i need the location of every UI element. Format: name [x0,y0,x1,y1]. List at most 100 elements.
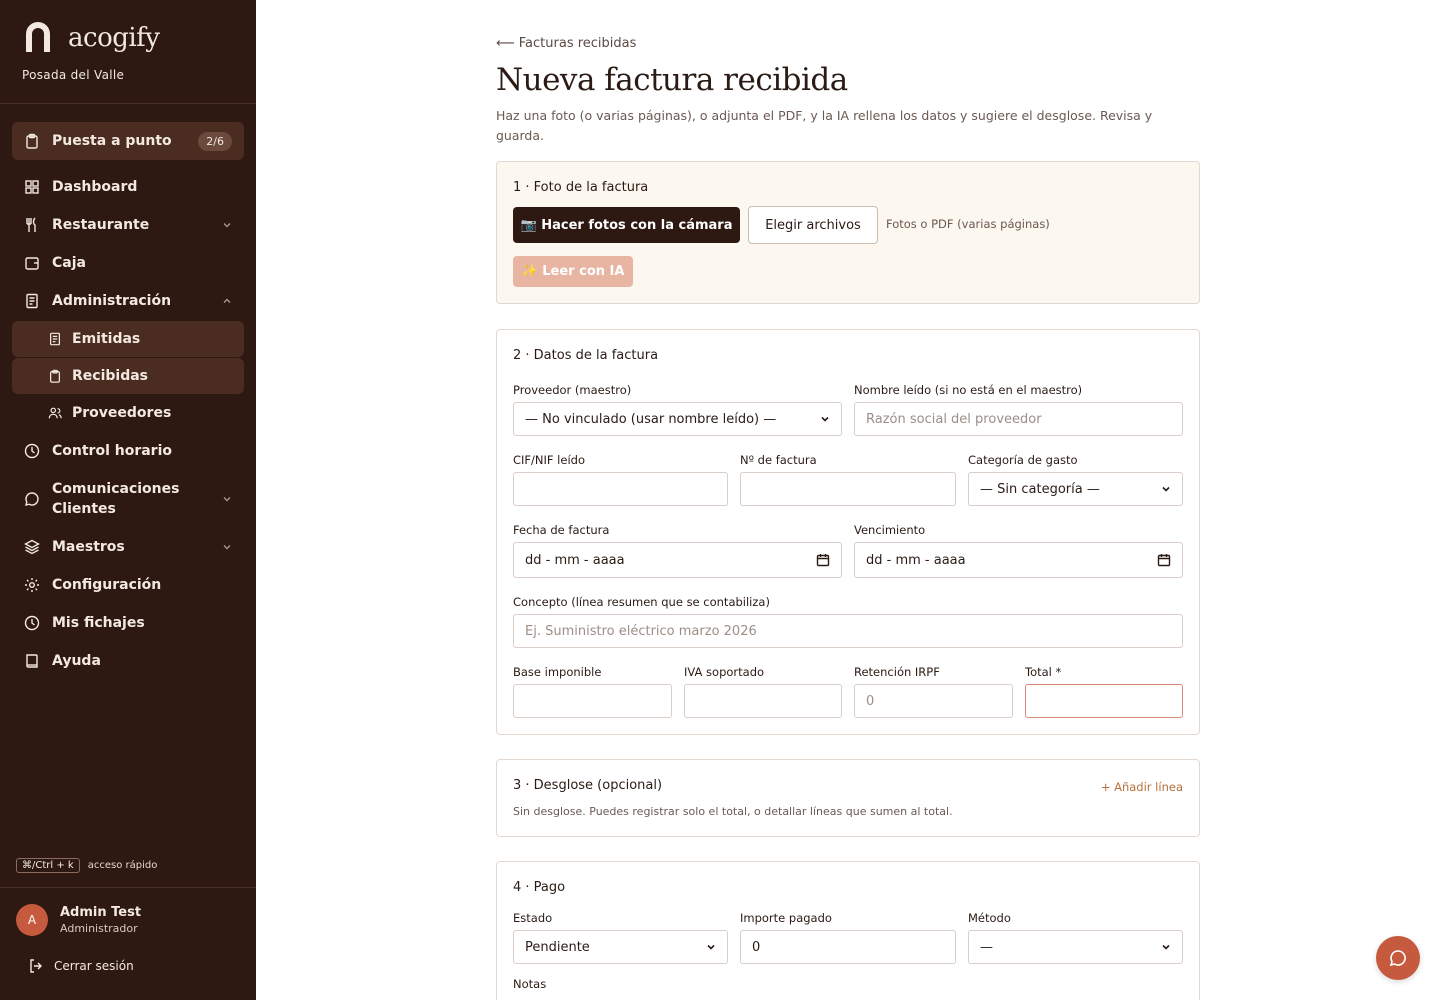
shortcut-label: acceso rápido [87,860,158,871]
breakdown-note: Sin desglose. Puedes registrar solo el t… [513,805,953,818]
supplier-value: — No vinculado (usar nombre leído) — [525,411,777,427]
concept-label: Concepto (línea resumen que se contabili… [513,595,770,609]
read-name-input[interactable]: Razón social del proveedor [854,402,1183,436]
nav-administracion-label: Administración [52,293,172,309]
calendar-icon[interactable] [1157,553,1171,567]
category-value: — Sin categoría — [980,481,1100,497]
user-role: Administrador [60,922,138,935]
cif-label: CIF/NIF leído [513,453,585,467]
photo-card: 1 · Foto de la factura 📷 Hacer fotos con… [496,161,1200,304]
back-link[interactable]: ⟵ Facturas recibidas [496,36,636,51]
due-date-placeholder: dd - mm - aaaa [866,552,966,568]
base-label: Base imponible [513,665,602,679]
page-title: Nueva factura recibida [496,62,848,98]
concept-input[interactable]: Ej. Suministro eléctrico marzo 2026 [513,614,1183,648]
nav-recibidas[interactable]: Recibidas [12,358,244,394]
concept-placeholder: Ej. Suministro eléctrico marzo 2026 [525,623,757,639]
nav-configuracion-label: Configuración [52,577,162,593]
logout-icon [30,959,42,973]
nav-caja-label: Caja [52,255,86,271]
invoice-number-input[interactable] [740,472,956,506]
read-with-ai-button[interactable]: ✨ Leer con IA [513,256,633,287]
nav-emitidas[interactable]: Emitidas [12,321,244,357]
logout-label: Cerrar sesión [54,959,134,973]
nav-control-horario-label: Control horario [52,443,173,459]
supplier-select[interactable]: — No vinculado (usar nombre leído) — [513,402,842,436]
chevron-down-icon [223,223,231,228]
payment-title: 4 · Pago [513,880,566,895]
photo-card-title: 1 · Foto de la factura [513,180,649,195]
layers-icon [24,539,40,555]
gear-icon [25,578,39,592]
property-name: Posada del Valle [22,68,125,82]
category-label: Categoría de gasto [968,453,1078,467]
nav-comunicaciones-label: Comunicaciones Clientes [52,481,180,517]
chevron-down-icon [223,497,231,502]
method-value: — [980,939,993,955]
nav-caja[interactable]: Caja [12,244,244,282]
nav-maestros[interactable]: Maestros [12,528,244,566]
users-icon [48,407,62,419]
nav-ayuda[interactable]: Ayuda [12,642,244,680]
invoice-date-input[interactable]: dd - mm - aaaa [513,542,842,578]
calendar-icon[interactable] [816,553,830,567]
chevron-up-icon [223,298,231,303]
paid-input[interactable]: 0 [740,930,956,964]
clipboard-icon [26,133,38,149]
chevron-down-icon [223,545,231,550]
nav-setup-label: Puesta a punto [52,133,172,149]
nav-mis-fichajes[interactable]: Mis fichajes [12,604,244,642]
nav-dashboard-label: Dashboard [52,179,138,195]
quick-access-hint: ⌘/Ctrl + k acceso rápido [16,858,157,873]
vat-label: IVA soportado [684,665,765,679]
wallet-icon [25,257,39,270]
nav-restaurante-label: Restaurante [52,217,150,233]
read-name-label: Nombre leído (si no está en el maestro) [854,383,1083,397]
document-icon [50,332,60,346]
status-label: Estado [513,911,553,925]
base-input[interactable] [513,684,672,718]
chat-fab[interactable] [1376,936,1420,980]
sidebar: acogify Posada del Valle Puesta a punto … [0,0,256,1000]
choose-files-button[interactable]: Elegir archivos [748,206,878,244]
logout-button[interactable]: Cerrar sesión [28,958,134,974]
nav-comunicaciones[interactable]: Comunicaciones Clientes [12,470,244,528]
status-select[interactable]: Pendiente [513,930,728,964]
file-hint: Fotos o PDF (varias páginas) [886,217,1050,231]
cif-input[interactable] [513,472,728,506]
brand-name: acogify [68,23,160,53]
total-input[interactable] [1025,684,1183,718]
setup-progress-badge: 2/6 [198,131,232,151]
invoice-date-label: Fecha de factura [513,523,610,537]
nav-mis-fichajes-label: Mis fichajes [52,615,145,631]
nav-administracion[interactable]: Administración [12,282,244,320]
clock-icon [24,443,40,459]
method-select[interactable]: — [968,930,1183,964]
due-date-input[interactable]: dd - mm - aaaa [854,542,1183,578]
book-icon [26,654,38,668]
chat-icon [1389,950,1406,967]
main-nav: Puesta a punto 2/6 Dashboard Restaurante… [12,122,244,680]
nav-emitidas-label: Emitidas [72,331,141,347]
avatar: A [16,904,48,936]
vat-input[interactable] [684,684,842,718]
nav-setup[interactable]: Puesta a punto 2/6 [12,122,244,160]
chevron-down-icon [707,944,715,950]
irpf-label: Retención IRPF [854,665,940,679]
nav-proveedores[interactable]: Proveedores [12,395,244,431]
camera-button[interactable]: 📷 Hacer fotos con la cámara [513,207,740,243]
nav-maestros-label: Maestros [52,539,125,555]
user-card[interactable]: A Admin Test Administrador [16,904,141,936]
nav-restaurante[interactable]: Restaurante [12,206,244,244]
user-name: Admin Test [60,905,142,920]
page-description: Haz una foto (o varias páginas), o adjun… [496,108,1153,143]
nav-recibidas-label: Recibidas [72,368,148,384]
nav-control-horario[interactable]: Control horario [12,432,244,470]
nav-dashboard[interactable]: Dashboard [12,168,244,206]
invoice-date-placeholder: dd - mm - aaaa [525,552,625,568]
add-line-button[interactable]: + Añadir línea [1101,780,1183,794]
nav-configuracion[interactable]: Configuración [12,566,244,604]
irpf-input[interactable]: 0 [854,684,1013,718]
category-select[interactable]: — Sin categoría — [968,472,1183,506]
document-icon [26,293,38,309]
